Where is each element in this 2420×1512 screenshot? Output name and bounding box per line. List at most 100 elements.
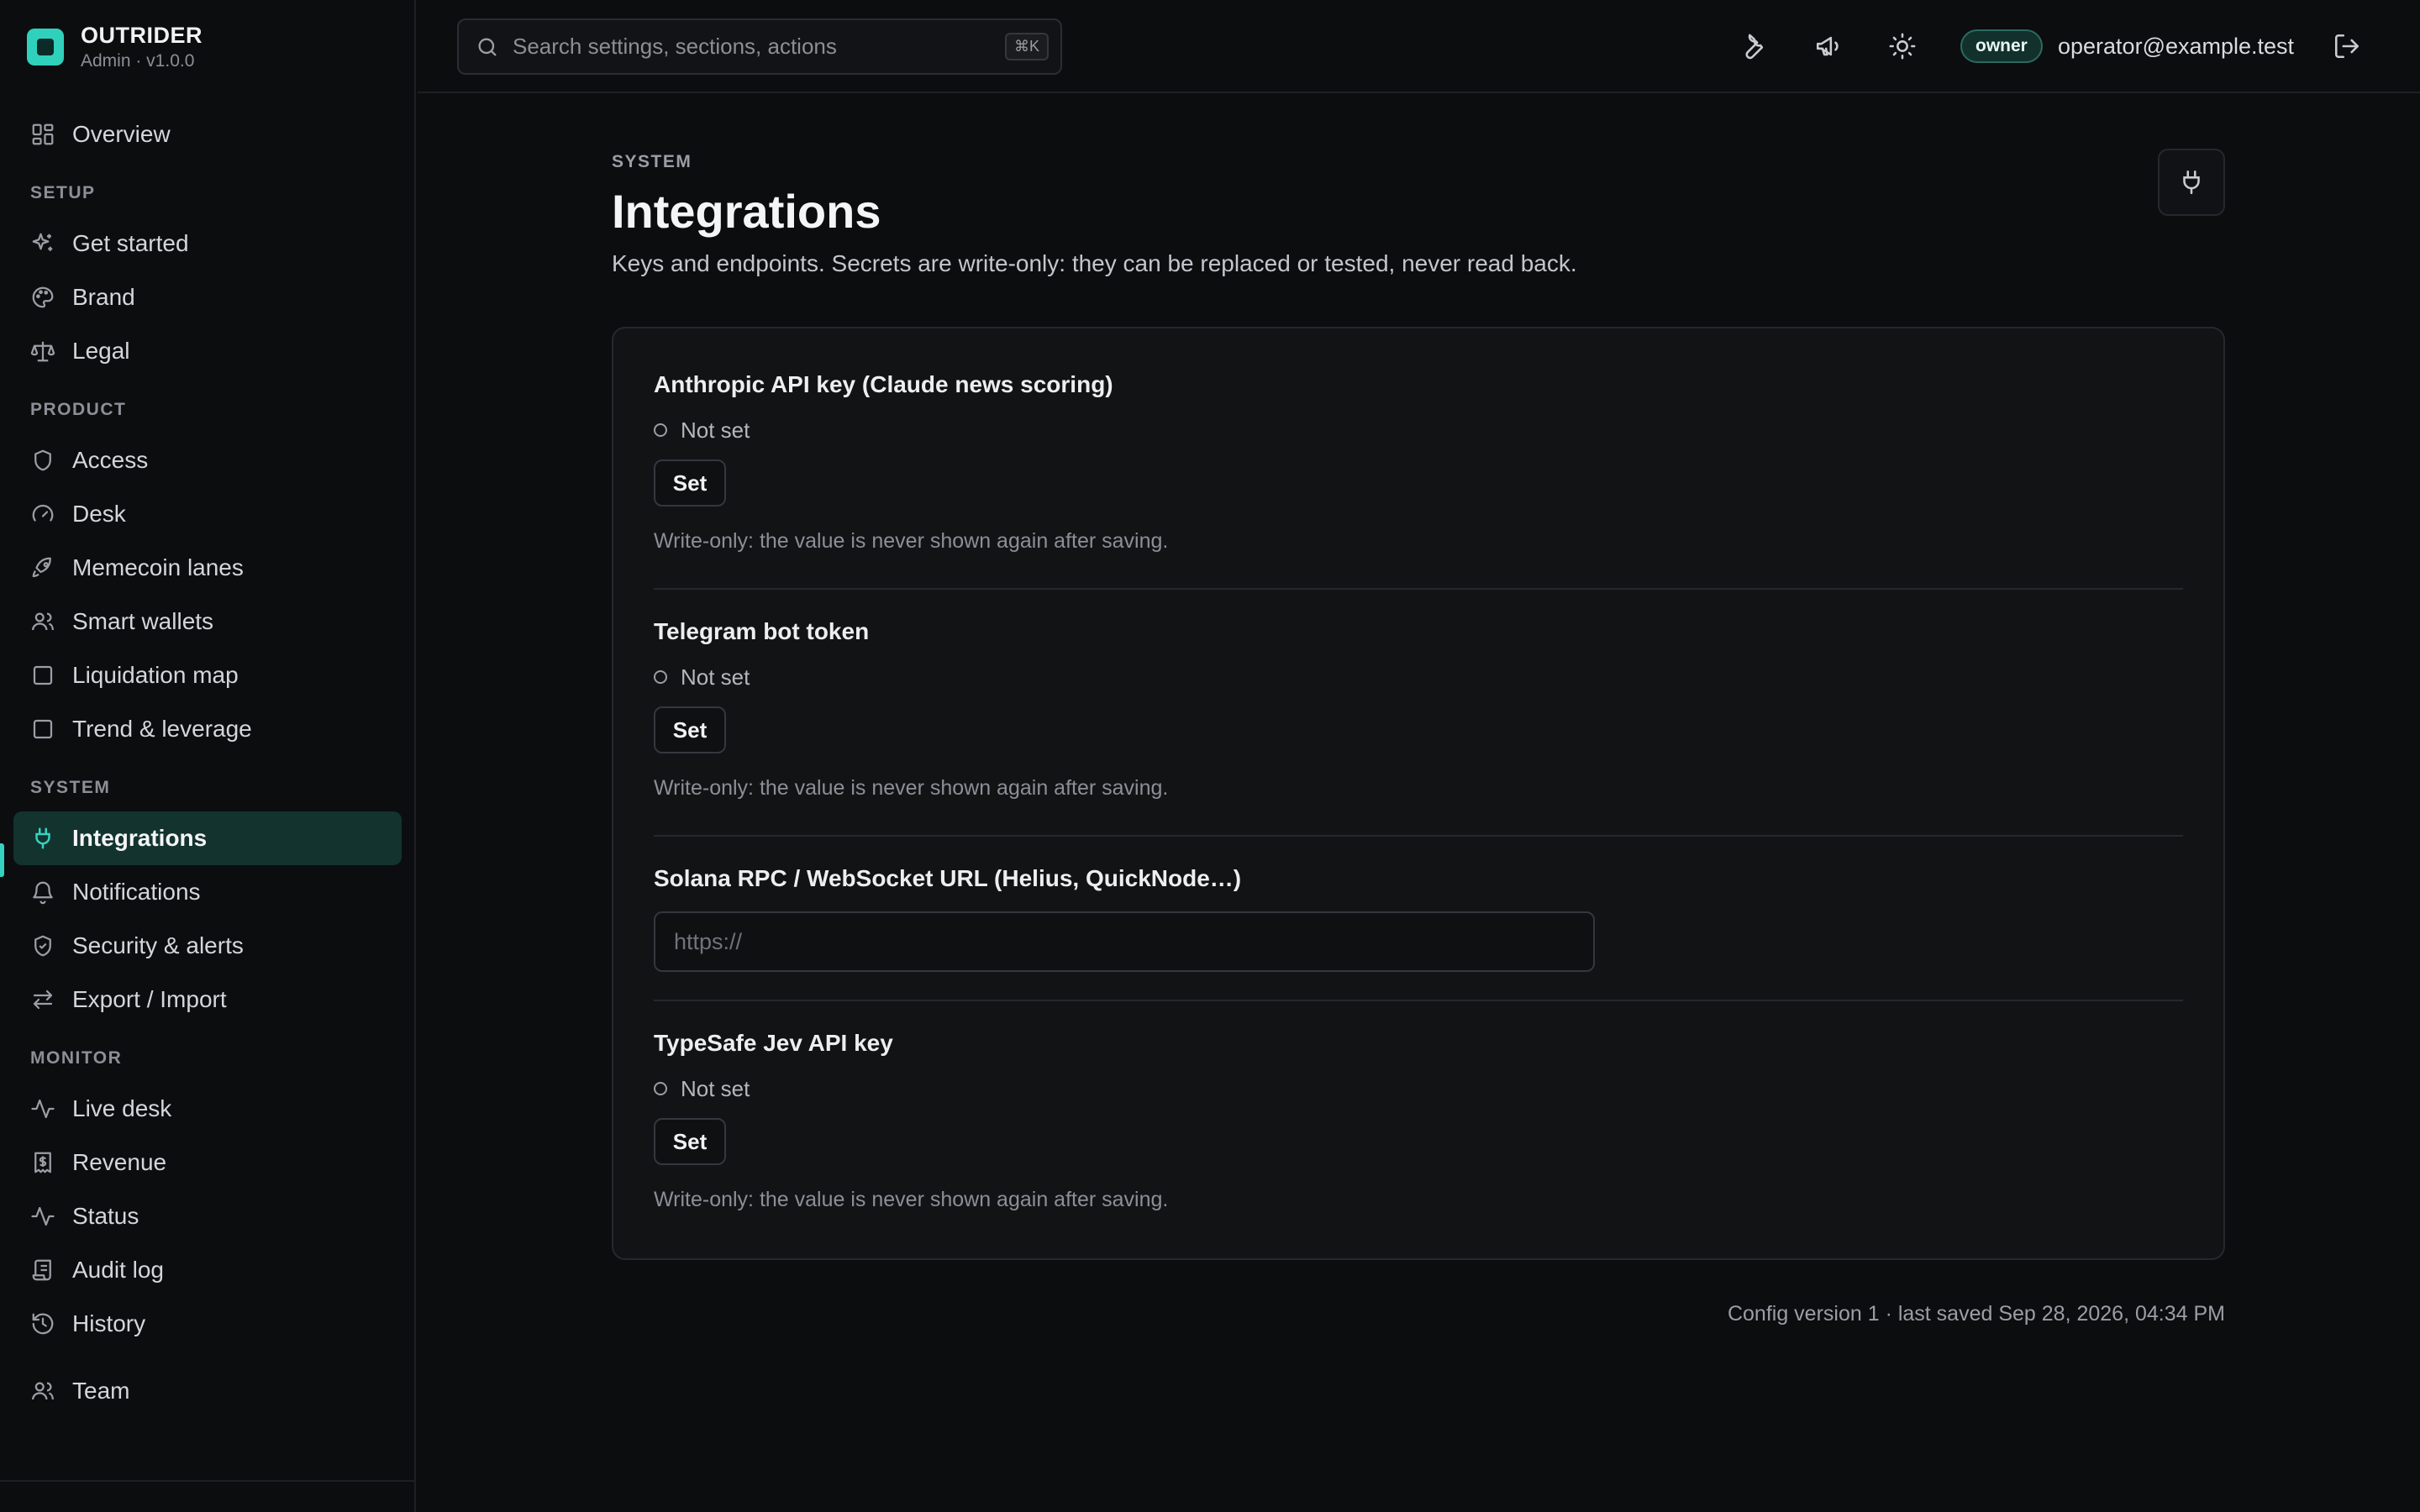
set-button[interactable]: Set <box>654 459 726 507</box>
role-badge: owner <box>1960 29 2043 63</box>
app-name: OUTRIDER <box>81 23 203 48</box>
sidebar-item-access[interactable]: Access <box>13 433 402 487</box>
sidebar-item-label: Access <box>72 447 149 473</box>
status-indicator: Not set <box>654 1076 2183 1101</box>
square-icon <box>33 665 53 685</box>
section-divider <box>654 835 2183 837</box>
sidebar-item-overview[interactable]: Overview <box>13 108 402 161</box>
sidebar-item-label: History <box>72 1310 146 1336</box>
megaphone-icon[interactable] <box>1814 32 1843 60</box>
shield-icon <box>34 449 51 471</box>
sidebar-group-system: SYSTEM <box>30 778 111 797</box>
page-description: Keys and endpoints. Secrets are write-on… <box>612 250 1577 276</box>
write-only-hint: Write-only: the value is never shown aga… <box>654 1188 1169 1211</box>
sidebar-item-label: Liquidation map <box>72 662 239 688</box>
search-input[interactable]: Search settings, sections, actions ⌘K <box>457 18 1062 75</box>
user-email: operator@example.test <box>2058 34 2295 59</box>
sidebar-item-label: Memecoin lanes <box>72 554 244 580</box>
wrench-icon[interactable] <box>1739 32 1768 60</box>
bell-icon <box>33 881 53 905</box>
sidebar-item-desk[interactable]: Desk <box>13 487 402 541</box>
gauge-icon <box>32 504 54 522</box>
sidebar-item-label: Team <box>72 1378 130 1404</box>
breadcrumb: SYSTEM <box>612 152 692 171</box>
sidebar-item-label: Legal <box>72 338 130 364</box>
sidebar-item-label: Live desk <box>72 1095 172 1121</box>
users-icon <box>32 612 54 631</box>
rpc-url-input[interactable] <box>654 911 1595 972</box>
status-text: Not set <box>681 417 750 443</box>
section-divider <box>654 1000 2183 1001</box>
sidebar-item-revenue[interactable]: Revenue <box>13 1136 402 1189</box>
activity-icon <box>31 1206 55 1226</box>
history-icon <box>32 1313 54 1335</box>
integration-typesafe: TypeSafe Jev API key Not set Set Write-o… <box>654 1029 2183 1212</box>
integration-solana-rpc: Solana RPC / WebSocket URL (Helius, Quic… <box>654 864 2183 972</box>
sidebar-item-label: Status <box>72 1203 139 1229</box>
sidebar-item-memecoin-lanes[interactable]: Memecoin lanes <box>13 541 402 595</box>
sidebar-item-trend-leverage[interactable]: Trend & leverage <box>13 702 402 756</box>
sidebar-item-label: Notifications <box>72 879 201 905</box>
sun-icon[interactable] <box>1888 32 1917 60</box>
integration-telegram: Telegram bot token Not set Set Write-onl… <box>654 617 2183 801</box>
sidebar-item-history[interactable]: History <box>13 1297 402 1351</box>
page-title: Integrations <box>612 185 881 238</box>
palette-icon <box>32 286 54 308</box>
status-text: Not set <box>681 664 750 690</box>
sidebar-item-get-started[interactable]: Get started <box>13 217 402 270</box>
sidebar-group-setup: SETUP <box>30 183 96 202</box>
plug-icon <box>35 827 50 849</box>
sidebar-item-status[interactable]: Status <box>13 1189 402 1243</box>
layout-grid-icon <box>32 123 54 145</box>
sparkles-icon <box>32 233 53 251</box>
app-version: Admin · v1.0.0 <box>81 51 195 71</box>
set-button[interactable]: Set <box>654 1118 726 1165</box>
sidebar-item-label: Overview <box>72 121 171 147</box>
sidebar-item-label: Brand <box>72 284 135 310</box>
status-dot-icon <box>654 1082 667 1095</box>
search-icon <box>478 38 497 56</box>
sidebar-item-label: Smart wallets <box>72 608 214 634</box>
write-only-hint: Write-only: the value is never shown aga… <box>654 776 1169 800</box>
status-dot-icon <box>654 423 667 437</box>
sidebar-item-audit-log[interactable]: Audit log <box>13 1243 402 1297</box>
sidebar-item-legal[interactable]: Legal <box>13 324 402 378</box>
sidebar-item-live-desk[interactable]: Live desk <box>13 1082 402 1136</box>
sidebar-nav: Overview SETUP Get started Brand Legal P… <box>13 108 402 1418</box>
integration-title: Solana RPC / WebSocket URL (Helius, Quic… <box>654 865 1242 891</box>
scale-icon <box>30 341 55 362</box>
sidebar: OUTRIDER Admin · v1.0.0 Overview SETUP G… <box>0 0 416 1512</box>
sidebar-item-export-import[interactable]: Export / Import <box>13 973 402 1026</box>
arrows-swap-icon <box>33 990 53 1010</box>
sidebar-item-notifications[interactable]: Notifications <box>13 865 402 919</box>
brand[interactable]: OUTRIDER Admin · v1.0.0 <box>27 20 203 74</box>
activity-icon <box>31 1099 55 1119</box>
config-version-footer: Config version 1 · last saved Sep 28, 20… <box>1727 1302 2225 1326</box>
sidebar-group-monitor: MONITOR <box>30 1048 123 1068</box>
integrations-action-button[interactable] <box>2158 149 2225 216</box>
sidebar-item-label: Desk <box>72 501 126 527</box>
sidebar-item-label: Get started <box>72 230 189 256</box>
sidebar-item-liquidation-map[interactable]: Liquidation map <box>13 648 402 702</box>
search-placeholder: Search settings, sections, actions <box>513 34 837 59</box>
sidebar-item-label: Revenue <box>72 1149 167 1175</box>
sidebar-item-smart-wallets[interactable]: Smart wallets <box>13 595 402 648</box>
sidebar-item-brand[interactable]: Brand <box>13 270 402 324</box>
sidebar-item-integrations[interactable]: Integrations <box>13 811 402 865</box>
integration-title: Telegram bot token <box>654 618 870 644</box>
sidebar-item-label: Security & alerts <box>72 932 244 958</box>
integration-anthropic: Anthropic API key (Claude news scoring) … <box>654 370 2183 554</box>
status-indicator: Not set <box>654 664 2183 690</box>
sidebar-item-label: Trend & leverage <box>72 716 252 742</box>
search-shortcut-badge: ⌘K <box>1004 33 1049 60</box>
integrations-card: Anthropic API key (Claude news scoring) … <box>612 327 2225 1260</box>
receipt-icon <box>34 1152 51 1173</box>
sidebar-item-team[interactable]: Team <box>13 1364 402 1418</box>
logout-icon[interactable] <box>2333 32 2361 60</box>
set-button[interactable]: Set <box>654 706 726 753</box>
rocket-icon <box>32 557 51 578</box>
square-icon <box>33 719 53 739</box>
status-indicator: Not set <box>654 417 2183 443</box>
shield-check-icon <box>34 935 51 957</box>
sidebar-item-security-alerts[interactable]: Security & alerts <box>13 919 402 973</box>
